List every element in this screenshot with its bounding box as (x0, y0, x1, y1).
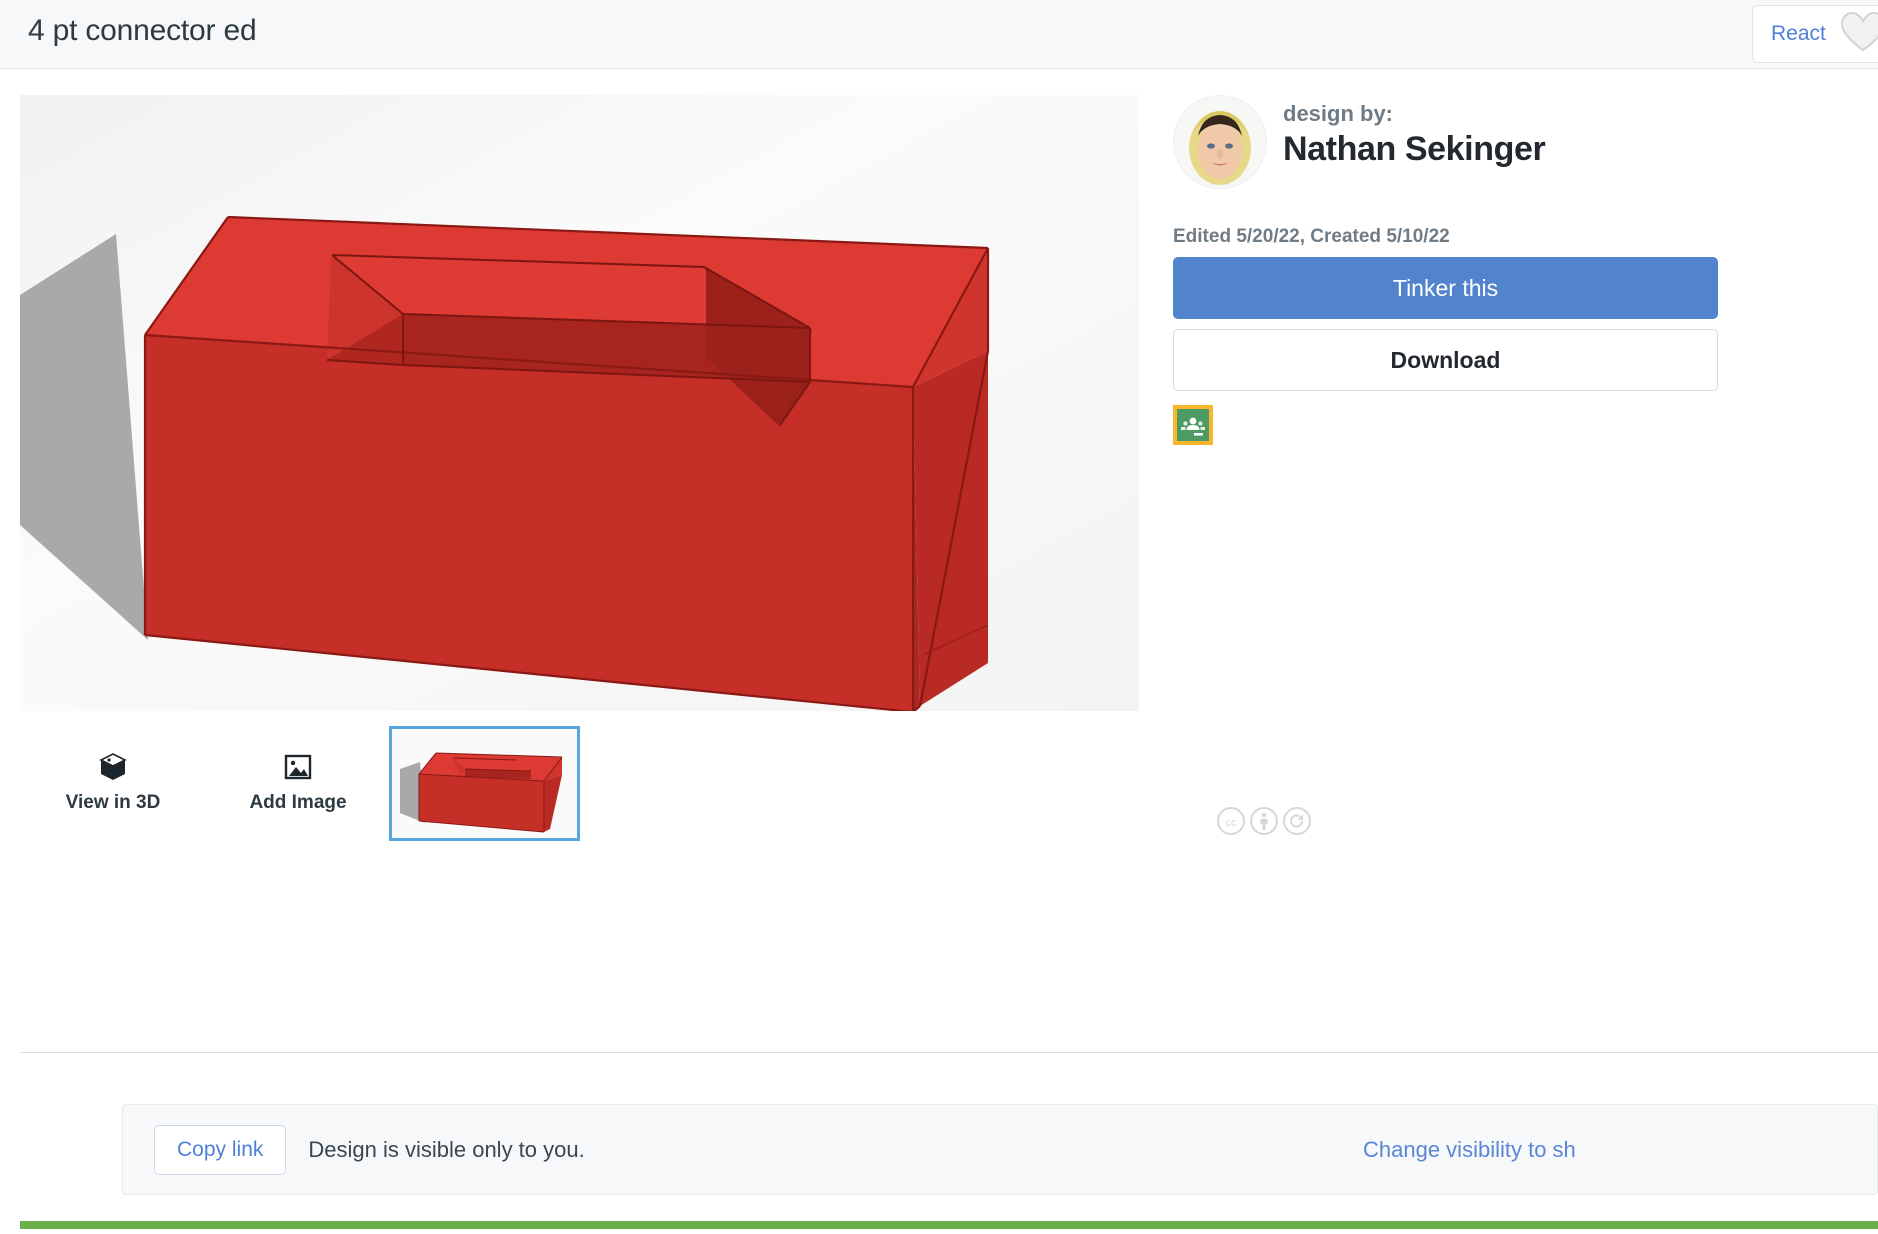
cube-icon (38, 752, 188, 782)
share-bar: Copy link Design is visible only to you.… (122, 1104, 1878, 1195)
model-render (20, 95, 1139, 711)
copy-link-button[interactable]: Copy link (154, 1124, 287, 1175)
page-header: 4 pt connector ed React (0, 0, 1878, 69)
thumbnail-render (392, 729, 577, 838)
share-alike-icon (1282, 806, 1312, 841)
author-name[interactable]: Nathan Sekinger (1283, 130, 1546, 169)
view-in-3d-label: View in 3D (65, 792, 161, 813)
react-button[interactable]: React (1752, 5, 1878, 63)
image-icon (223, 752, 373, 782)
cc-license-badges: cc (1216, 806, 1312, 841)
footer-accent-bar (20, 1221, 1878, 1229)
change-visibility-link[interactable]: Change visibility to sh (1363, 1137, 1576, 1163)
add-image-button[interactable]: Add Image (223, 752, 373, 814)
avatar[interactable] (1173, 95, 1267, 189)
react-button-label: React (1771, 22, 1826, 45)
design-sidebar: design by: Nathan Sekinger Edited 5/20/2… (1173, 95, 1878, 445)
add-image-label: Add Image (249, 792, 347, 813)
visibility-status-text: Design is visible only to you. (308, 1136, 585, 1162)
google-classroom-icon[interactable] (1173, 405, 1213, 445)
design-by-label: design by: (1283, 101, 1394, 126)
download-button[interactable]: Download (1173, 329, 1718, 391)
svg-text:cc: cc (1226, 817, 1238, 829)
view-in-3d-button[interactable]: View in 3D (38, 752, 188, 814)
heart-outline-icon (1840, 11, 1878, 58)
design-dates: Edited 5/20/22, Created 5/10/22 (1173, 226, 1450, 247)
page-root: 4 pt connector ed React cc View in 3D Ad… (0, 0, 1878, 1234)
design-thumbnail[interactable] (389, 726, 580, 841)
classroom-icon-inner (1177, 409, 1209, 441)
tinker-this-button[interactable]: Tinker this (1173, 257, 1718, 319)
section-divider (20, 1052, 1878, 1053)
page-title: 4 pt connector ed (28, 14, 257, 47)
cc-icon: cc (1216, 806, 1246, 841)
model-viewer[interactable] (20, 95, 1139, 711)
author-row: design by: Nathan Sekinger (1173, 95, 1878, 191)
attribution-person-icon (1249, 806, 1279, 841)
